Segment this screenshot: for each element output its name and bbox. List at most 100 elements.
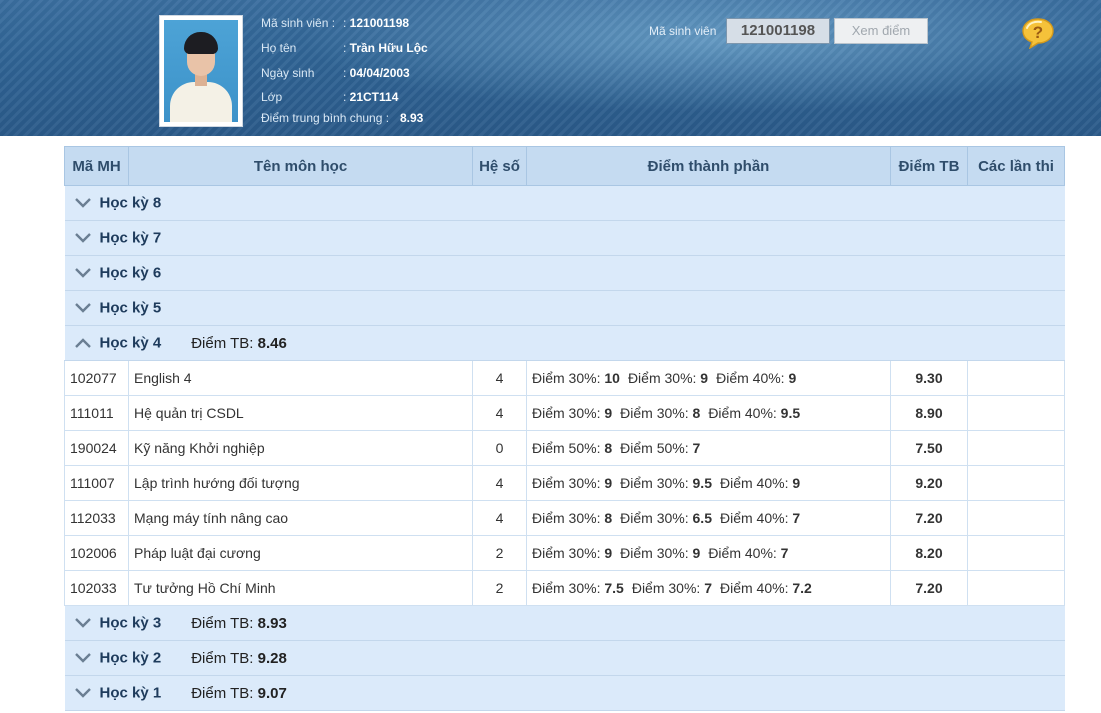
view-grades-button[interactable]: Xem điểm <box>834 18 928 44</box>
help-question-icon[interactable]: ? <box>1021 17 1055 49</box>
component-label: Điểm 30%: <box>620 475 689 491</box>
semester-toggle[interactable]: Học kỳ 4 Điểm TB: 8.46 <box>64 325 1065 361</box>
subject-average: 9.20 <box>890 465 968 501</box>
component-value: 8 <box>692 405 701 421</box>
subject-component-scores: Điểm 30%: 9 Điểm 30%: 9 Điểm 40%: 7 <box>526 535 891 571</box>
semester-average-label: Điểm TB: <box>191 334 254 352</box>
component-label: Điểm 50%: <box>532 440 601 456</box>
subject-component-scores: Điểm 30%: 8 Điểm 30%: 6.5 Điểm 40%: 7 <box>526 500 891 536</box>
component-value: 9 <box>788 370 797 386</box>
subject-name: Tư tưởng Hồ Chí Minh <box>128 570 473 606</box>
student-portrait <box>164 20 238 122</box>
component-label: Điểm 30%: <box>620 545 689 561</box>
table-row: 111011 Hệ quản trị CSDL 4 Điểm 30%: 9 Điểm 3… <box>64 395 1065 431</box>
subject-average: 9.30 <box>890 360 968 396</box>
table-row: 112033 Mạng máy tính nâng cao 4 Điểm 30%: 8… <box>64 500 1065 536</box>
component-label: Điểm 30%: <box>532 545 601 561</box>
subject-code: 111011 <box>64 395 129 431</box>
component-value: 9 <box>604 475 613 491</box>
component-value: 7.5 <box>604 580 624 596</box>
subject-code: 112033 <box>64 500 129 536</box>
search-label: Mã sinh viên <box>649 24 717 38</box>
component-label: Điểm 40%: <box>719 510 789 526</box>
semester-label: Học kỳ 4 <box>99 334 162 352</box>
component-value: 6.5 <box>692 510 712 526</box>
subject-name: Lập trình hướng đối tượng <box>128 465 473 501</box>
subject-name: Mạng máy tính nâng cao <box>128 500 473 536</box>
chevron-down-icon <box>74 303 91 313</box>
component-label: Điểm 30%: <box>532 405 601 421</box>
chevron-down-icon <box>74 653 91 663</box>
table-row: 102077 English 4 4 Điểm 30%: 10 Điểm 30%: 9Đ… <box>64 360 1065 396</box>
subject-average: 8.90 <box>890 395 968 431</box>
semester-average: Điểm TB: 9.28 <box>191 650 287 667</box>
semester-label: Học kỳ 8 <box>99 194 162 212</box>
component-label: Điểm 30%: <box>620 510 689 526</box>
subject-coefficient: 4 <box>472 465 527 501</box>
semester-label: Học kỳ 2 <box>99 649 162 667</box>
student-name-row: Họ tên Trần Hữu Lộc <box>261 41 428 55</box>
semester-row[interactable]: Học kỳ 8 <box>64 185 1065 221</box>
component-value: 7 <box>792 510 801 526</box>
semester-toggle[interactable]: Học kỳ 1 Điểm TB: 9.07 <box>64 675 1065 711</box>
subject-component-scores: Điểm 30%: 10 Điểm 30%: 9 Điểm 40%: 9 <box>526 360 891 396</box>
student-photo <box>159 15 243 127</box>
subject-coefficient: 4 <box>472 360 527 396</box>
semester-row[interactable]: Học kỳ 5 <box>64 290 1065 326</box>
semester-average-label: Điểm TB: <box>191 649 254 667</box>
subject-coefficient: 2 <box>472 535 527 571</box>
subject-average: 7.20 <box>890 500 968 536</box>
semester-row[interactable]: Học kỳ 3 Điểm TB: 8.93 <box>64 605 1065 641</box>
component-label: Điểm 30%: <box>532 580 601 596</box>
student-gpa-value: 8.93 <box>400 111 424 125</box>
subject-name: English 4 <box>128 360 473 396</box>
semester-row[interactable]: Học kỳ 2 Điểm TB: 9.28 <box>64 640 1065 676</box>
chevron-down-icon <box>74 198 91 208</box>
component-value: 9 <box>604 545 613 561</box>
semester-average: Điểm TB: 9.07 <box>191 685 287 702</box>
header-subject-name: Tên môn học <box>128 146 473 186</box>
subject-average: 8.20 <box>890 535 968 571</box>
semester-label: Học kỳ 6 <box>99 264 162 282</box>
semester-row[interactable]: Học kỳ 4 Điểm TB: 8.46 <box>64 325 1065 361</box>
subject-coefficient: 0 <box>472 430 527 466</box>
subject-coefficient: 4 <box>472 395 527 431</box>
component-value: 9 <box>700 370 709 386</box>
component-label: Điểm 30%: <box>532 370 601 386</box>
semester-toggle[interactable]: Học kỳ 3 Điểm TB: 8.93 <box>64 605 1065 641</box>
svg-text:?: ? <box>1033 23 1043 42</box>
subject-attempts <box>967 570 1065 606</box>
student-id-value: 121001198 <box>343 16 409 30</box>
semester-row[interactable]: Học kỳ 6 <box>64 255 1065 291</box>
semester-toggle[interactable]: Học kỳ 6 <box>64 255 1065 291</box>
table-row: 102033 Tư tưởng Hồ Chí Minh 2 Điểm 30%: 7.5… <box>64 570 1065 606</box>
subject-attempts <box>967 500 1065 536</box>
semester-average-value: 8.46 <box>257 334 287 352</box>
student-class-row: Lớp 21CT114 <box>261 90 398 104</box>
subject-component-scores: Điểm 50%: 8 Điểm 50%: 7 <box>526 430 891 466</box>
component-value: 7 <box>780 545 789 561</box>
student-id-input[interactable]: 121001198 <box>726 18 830 44</box>
component-label: Điểm 40%: <box>719 580 789 596</box>
semester-toggle[interactable]: Học kỳ 8 <box>64 185 1065 221</box>
semester-row[interactable]: Học kỳ 1 Điểm TB: 9.07 <box>64 675 1065 711</box>
student-id-row: Mã sinh viên : 121001198 <box>261 16 409 30</box>
component-value: 7 <box>692 440 701 456</box>
header-component-scores: Điểm thành phần <box>526 146 891 186</box>
header: Mã sinh viên : 121001198 Họ tên Trần Hữu… <box>0 0 1101 136</box>
student-gpa-label: Điểm trung bình chung : <box>261 111 390 125</box>
subject-component-scores: Điểm 30%: 9 Điểm 30%: 8 Điểm 40%: 9.5 <box>526 395 891 431</box>
semester-toggle[interactable]: Học kỳ 7 <box>64 220 1065 256</box>
semester-toggle[interactable]: Học kỳ 5 <box>64 290 1065 326</box>
chevron-up-icon <box>74 338 91 349</box>
subject-code: 102077 <box>64 360 129 396</box>
component-label: Điểm 40%: <box>708 545 777 561</box>
semester-row[interactable]: Học kỳ 7 <box>64 220 1065 256</box>
subject-name: Hệ quản trị CSDL <box>128 395 473 431</box>
component-label: Điểm 30%: <box>620 405 689 421</box>
table-row: 190024 Kỹ năng Khởi nghiệp 0 Điểm 50%: 8 Điể… <box>64 430 1065 466</box>
subject-code: 190024 <box>64 430 129 466</box>
subject-coefficient: 2 <box>472 570 527 606</box>
chevron-down-icon <box>74 688 91 698</box>
semester-toggle[interactable]: Học kỳ 2 Điểm TB: 9.28 <box>64 640 1065 676</box>
